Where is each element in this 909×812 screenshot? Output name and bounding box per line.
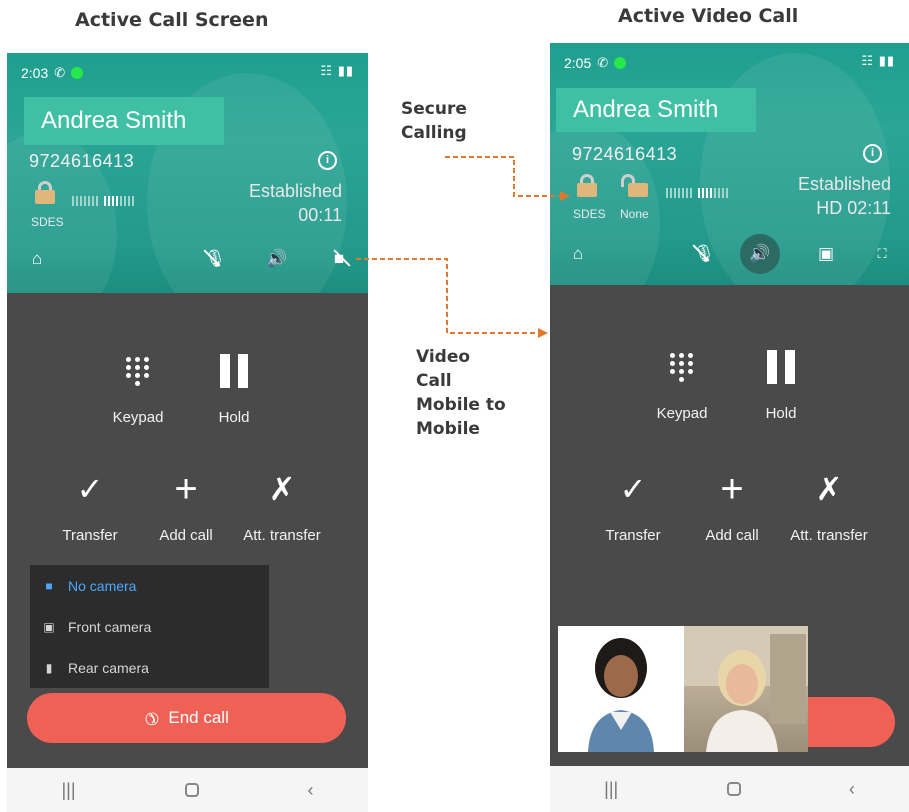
arrowhead-video [538, 328, 548, 338]
video-call-arrow [356, 258, 538, 334]
arrowhead-secure [560, 191, 570, 201]
annotation-arrows [356, 156, 570, 338]
secure-calling-arrow [445, 156, 564, 197]
